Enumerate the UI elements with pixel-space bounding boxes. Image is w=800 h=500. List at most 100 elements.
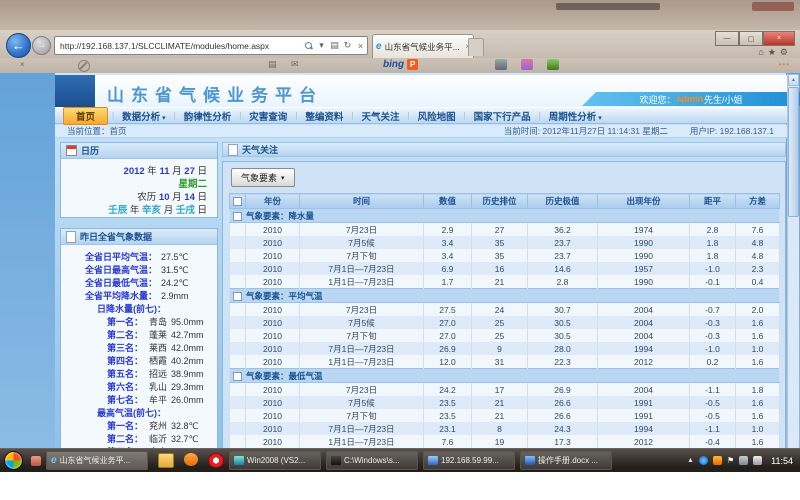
toolbar-close-icon[interactable]: × [20,60,25,69]
background-window-title [556,3,660,10]
table-cell: 1月1日—7月23日 [300,275,424,289]
nav-item-4[interactable]: 灾害查询 [241,109,295,123]
table-cell: 1991 [598,396,690,409]
taskbar-window-3[interactable]: 192.168.59.99... [423,451,515,470]
nav-item-5[interactable]: 整编资料 [297,109,351,123]
table-cell: 27.0 [424,329,472,342]
close-button[interactable]: × [763,31,795,46]
media-app-icon[interactable] [208,453,224,468]
browser-tray-icon[interactable] [713,456,722,465]
table-row[interactable]: 20107月1日—7月23日26.9928.01994-1.01.0 [230,342,780,355]
nav-item-6[interactable]: 天气关注 [353,109,407,123]
calendar-token: 月 [161,205,176,216]
group-label: 气象要素：最低气温 [246,371,323,381]
group-checkbox[interactable] [233,212,242,221]
vertical-scrollbar[interactable]: ▲ ▼ [787,74,799,471]
table-cell: 1.0 [736,422,780,435]
table-cell: 17.3 [528,435,598,449]
url-text[interactable]: http://192.168.137.1/SLCCLIMATE/modules/… [55,41,303,51]
table-cell: 23.5 [424,409,472,422]
table-row[interactable]: 20107月5候27.02530.52004-0.31.6 [230,316,780,329]
row-checkbox-cell [230,249,246,262]
tab-title: 山东省气候业务平... [385,41,460,53]
network-app-icon[interactable] [699,456,708,465]
nav-item-1[interactable]: 首页 [63,107,108,125]
element-filter-button[interactable]: 气象要素 ▾ [231,168,295,187]
forward-button[interactable]: → [32,36,51,55]
table-row[interactable]: 20107月5候3.43523.719901.84.8 [230,236,780,249]
table-row[interactable]: 20107月23日27.52430.72004-0.72.0 [230,303,780,317]
maximize-button[interactable]: ▢ [739,31,763,46]
table-cell: 4.8 [736,236,780,249]
puzzle-icon[interactable] [547,59,559,70]
table-row[interactable]: 20101月1日—7月23日7.61917.32012-0.41.6 [230,435,780,449]
more-icon[interactable]: ••• [779,60,790,69]
table-cell: 2010 [246,262,300,275]
camera-icon[interactable] [495,59,507,70]
nav-item-2[interactable]: 数据分析▾ [114,109,174,123]
table-row[interactable]: 20107月1日—7月23日23.1824.31994-1.11.0 [230,422,780,435]
column-header: 数值 [424,194,472,209]
table-row[interactable]: 20107月23日2.92736.219742.87.6 [230,223,780,237]
cards-mail-icons[interactable]: ▤ ✉ [268,59,305,70]
stop-icon[interactable]: × [354,41,367,51]
explorer-icon[interactable] [158,453,174,468]
browser-tab[interactable]: e 山东省气候业务平... × [372,34,474,58]
taskbar-window-4[interactable]: 操作手册.docx ... [520,451,612,470]
scroll-up-icon[interactable]: ▲ [788,74,799,86]
ie-icon: e [51,455,57,466]
home-icon[interactable]: ⌂ [758,47,767,57]
table-row[interactable]: 20107月1日—7月23日6.91614.61957-1.02.3 [230,262,780,275]
table-row[interactable]: 20101月1日—7月23日12.03122.320120.21.6 [230,355,780,369]
star-icon[interactable]: ★ [768,47,780,57]
minimize-button[interactable]: — [715,31,739,46]
table-row[interactable]: 20107月下旬3.43523.719901.84.8 [230,249,780,262]
group-checkbox[interactable] [233,292,242,301]
table-cell: 1990 [598,275,690,289]
table-row[interactable]: 20107月下旬23.52126.61991-0.51.6 [230,409,780,422]
taskbar-clock[interactable]: 11:54 [771,456,793,466]
taskbar-active-window[interactable]: e 山东省气候业务平... [46,451,148,470]
pet-icon[interactable] [521,59,533,70]
taskbar-window-2[interactable]: C:\Windows\s... [326,451,418,470]
nav-item-3[interactable]: 韵律性分析 [176,109,240,123]
compatibility-icon[interactable]: ▤ [328,40,341,51]
nav-item-7[interactable]: 风险地图 [410,109,464,123]
table-cell: 26.9 [424,342,472,355]
start-button[interactable] [4,451,23,470]
ranking-item: 第一名：兖州32.8℃ [61,420,213,433]
tray-expand-icon[interactable]: ▲ [687,457,694,464]
nav-item-8[interactable]: 国家下行产品 [466,109,539,123]
table-row[interactable]: 20107月5候23.52126.61991-0.51.6 [230,396,780,409]
volume-icon[interactable] [753,456,762,465]
group-cell: 气象要素：最低气温 [230,369,780,383]
bing-p-icon: P [407,59,418,70]
table-cell: 2012 [598,435,690,449]
table-row[interactable]: 20107月23日24.21726.92004-1.11.8 [230,383,780,397]
refresh-icon[interactable]: ↻ [341,40,354,51]
search-icon[interactable] [305,42,313,50]
select-all-checkbox[interactable] [233,197,242,206]
address-bar[interactable]: http://192.168.137.1/SLCCLIMATE/modules/… [54,36,368,55]
table-row[interactable]: 20101月1日—7月23日1.7212.81990-0.10.4 [230,275,780,289]
table-row[interactable]: 20107月下旬27.02530.52004-0.31.6 [230,329,780,342]
back-button[interactable]: ← [6,33,31,58]
flag-icon[interactable]: ⚑ [727,456,734,465]
station-name: 兖州 [149,420,167,433]
table-cell: 7月5候 [300,316,424,329]
bing-logo[interactable]: bingP [383,59,418,70]
weather-stat: 全省平均降水量：2.9mm [61,290,213,303]
network-icon[interactable] [739,456,748,465]
nav-item-9[interactable]: 周期性分析▾ [541,109,610,123]
station-value: 38.9mm [171,368,204,381]
new-tab-button[interactable] [468,38,484,56]
calendar-icon [66,145,77,156]
taskbar-window-1[interactable]: Win2008 (VS2... [229,451,321,470]
quick-launch-icon[interactable] [31,456,41,466]
table-cell: 0.4 [736,275,780,289]
search-caret-icon[interactable]: ▾ [315,40,328,51]
group-checkbox[interactable] [233,372,242,381]
security-app-icon[interactable] [184,453,198,466]
gear-icon[interactable]: ⚙ [780,47,792,57]
scrollbar-thumb[interactable] [788,87,799,217]
